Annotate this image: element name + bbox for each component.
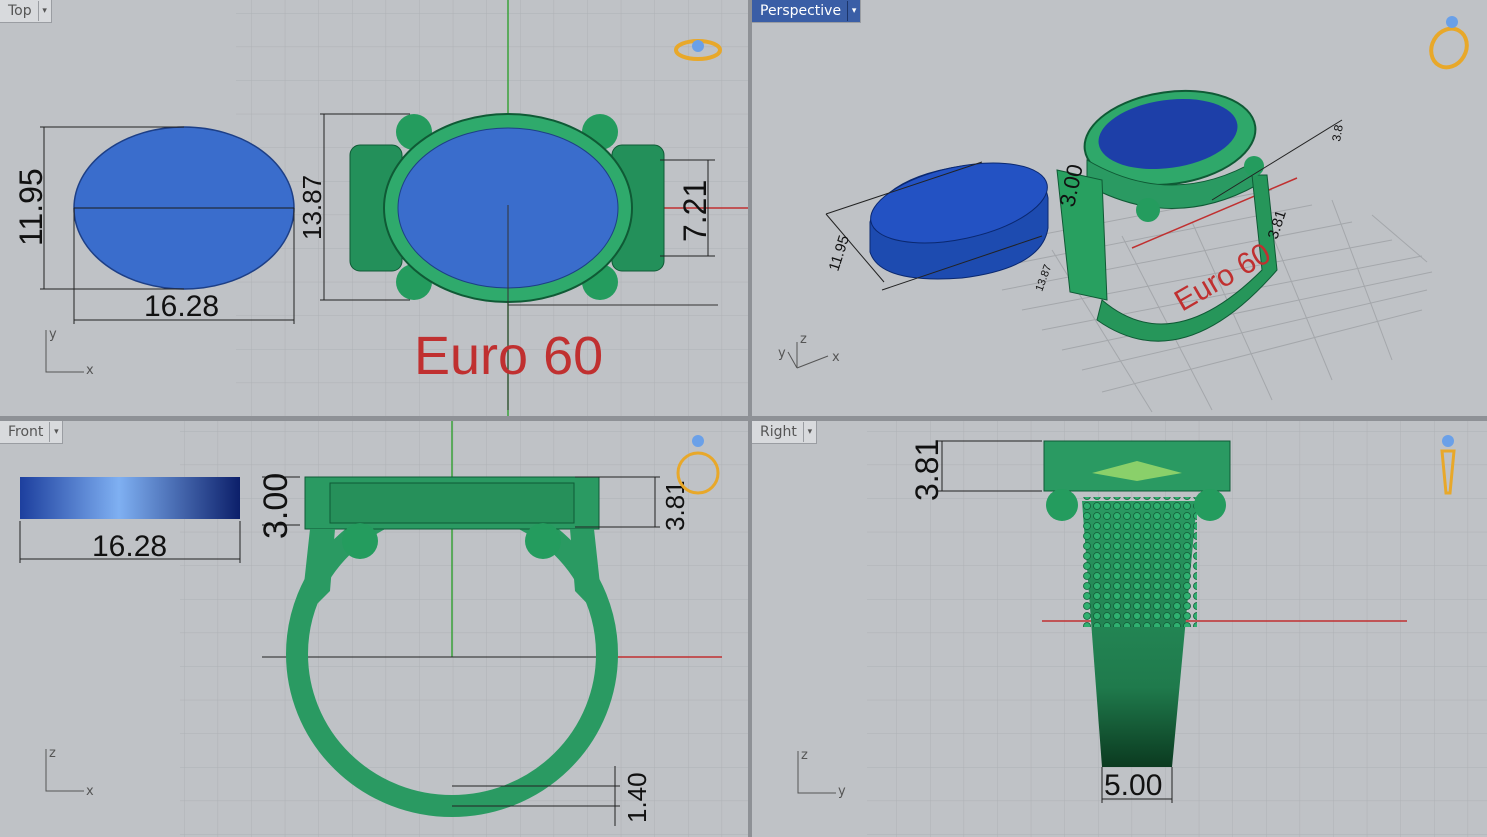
front-canvas[interactable]: 16.28 3.00 3.81 1.40 z x [0, 421, 748, 837]
chevron-down-icon[interactable]: ▾ [802, 422, 816, 442]
dim-stone-width: 16.28 [144, 290, 219, 323]
axis-label-x: x [86, 784, 94, 799]
ball-left [1046, 489, 1078, 521]
chevron-down-icon[interactable]: ▾ [847, 1, 860, 21]
tab-front-label: Front [8, 424, 44, 440]
tab-perspective-label: Perspective [760, 3, 842, 19]
ball-3d [1136, 198, 1160, 222]
axis-label-z: z [49, 746, 56, 761]
axis-label-y: y [49, 327, 57, 342]
stone-side [20, 477, 240, 519]
tab-top[interactable]: Top ▾ [0, 0, 52, 23]
dim-stone-height: 11.95 [13, 168, 49, 246]
ball-right [1194, 489, 1226, 521]
dim-bezel: 3.00 [257, 473, 295, 539]
dim-ring-height: 13.87 [297, 175, 327, 240]
dim-stone-width: 16.28 [92, 530, 167, 563]
dim-side: 7.21 [677, 180, 713, 242]
viewport-right[interactable]: 3.81 5.00 z y Right ▾ [752, 421, 1487, 837]
texture-panel [1082, 497, 1197, 627]
axis-label-x: x [832, 350, 840, 365]
axis-label-y: y [778, 346, 786, 361]
ball-3d-2 [1244, 156, 1264, 176]
dim-bottom: 1.40 [622, 772, 652, 823]
bezel-scroll [329, 482, 575, 524]
tab-right[interactable]: Right ▾ [752, 421, 817, 444]
dim-bottom: 5.00 [1104, 769, 1162, 802]
tab-top-label: Top [8, 3, 32, 19]
dim-a: 11.95 [826, 233, 853, 273]
axis-label-x: x [86, 363, 94, 378]
tab-front[interactable]: Front ▾ [0, 421, 64, 444]
ball-right [525, 523, 561, 559]
axis-label-y: y [838, 784, 846, 799]
viewport-front[interactable]: 16.28 3.00 3.81 1.40 z x Front ▾ [0, 421, 748, 837]
viewport-top[interactable]: 11.95 16.28 13.87 7.21 Euro 60 y x Top ▾ [0, 0, 748, 416]
dim-top: 3.81 [909, 439, 945, 501]
chevron-down-icon[interactable]: ▾ [49, 422, 62, 442]
dim-c: 13.87 [1034, 263, 1055, 293]
ring-view-icon [1429, 16, 1469, 70]
tab-perspective[interactable]: Perspective ▾ [752, 0, 862, 23]
chevron-down-icon[interactable]: ▾ [37, 1, 51, 21]
perspective-canvas[interactable]: 11.95 3.00 13.87 3.81 3.8 Euro 60 z y x [752, 0, 1487, 416]
axis-label-z: z [801, 748, 808, 763]
axis-label-z: z [800, 332, 807, 347]
right-canvas[interactable]: 3.81 5.00 z y [752, 421, 1487, 837]
viewport-perspective[interactable]: 11.95 3.00 13.87 3.81 3.8 Euro 60 z y x … [752, 0, 1487, 416]
watermark-text: Euro 60 [414, 326, 603, 386]
ball-left [342, 523, 378, 559]
tab-right-label: Right [760, 424, 797, 440]
top-canvas[interactable]: 11.95 16.28 13.87 7.21 Euro 60 y x [0, 0, 748, 416]
dim-e: 3.8 [1329, 123, 1346, 142]
